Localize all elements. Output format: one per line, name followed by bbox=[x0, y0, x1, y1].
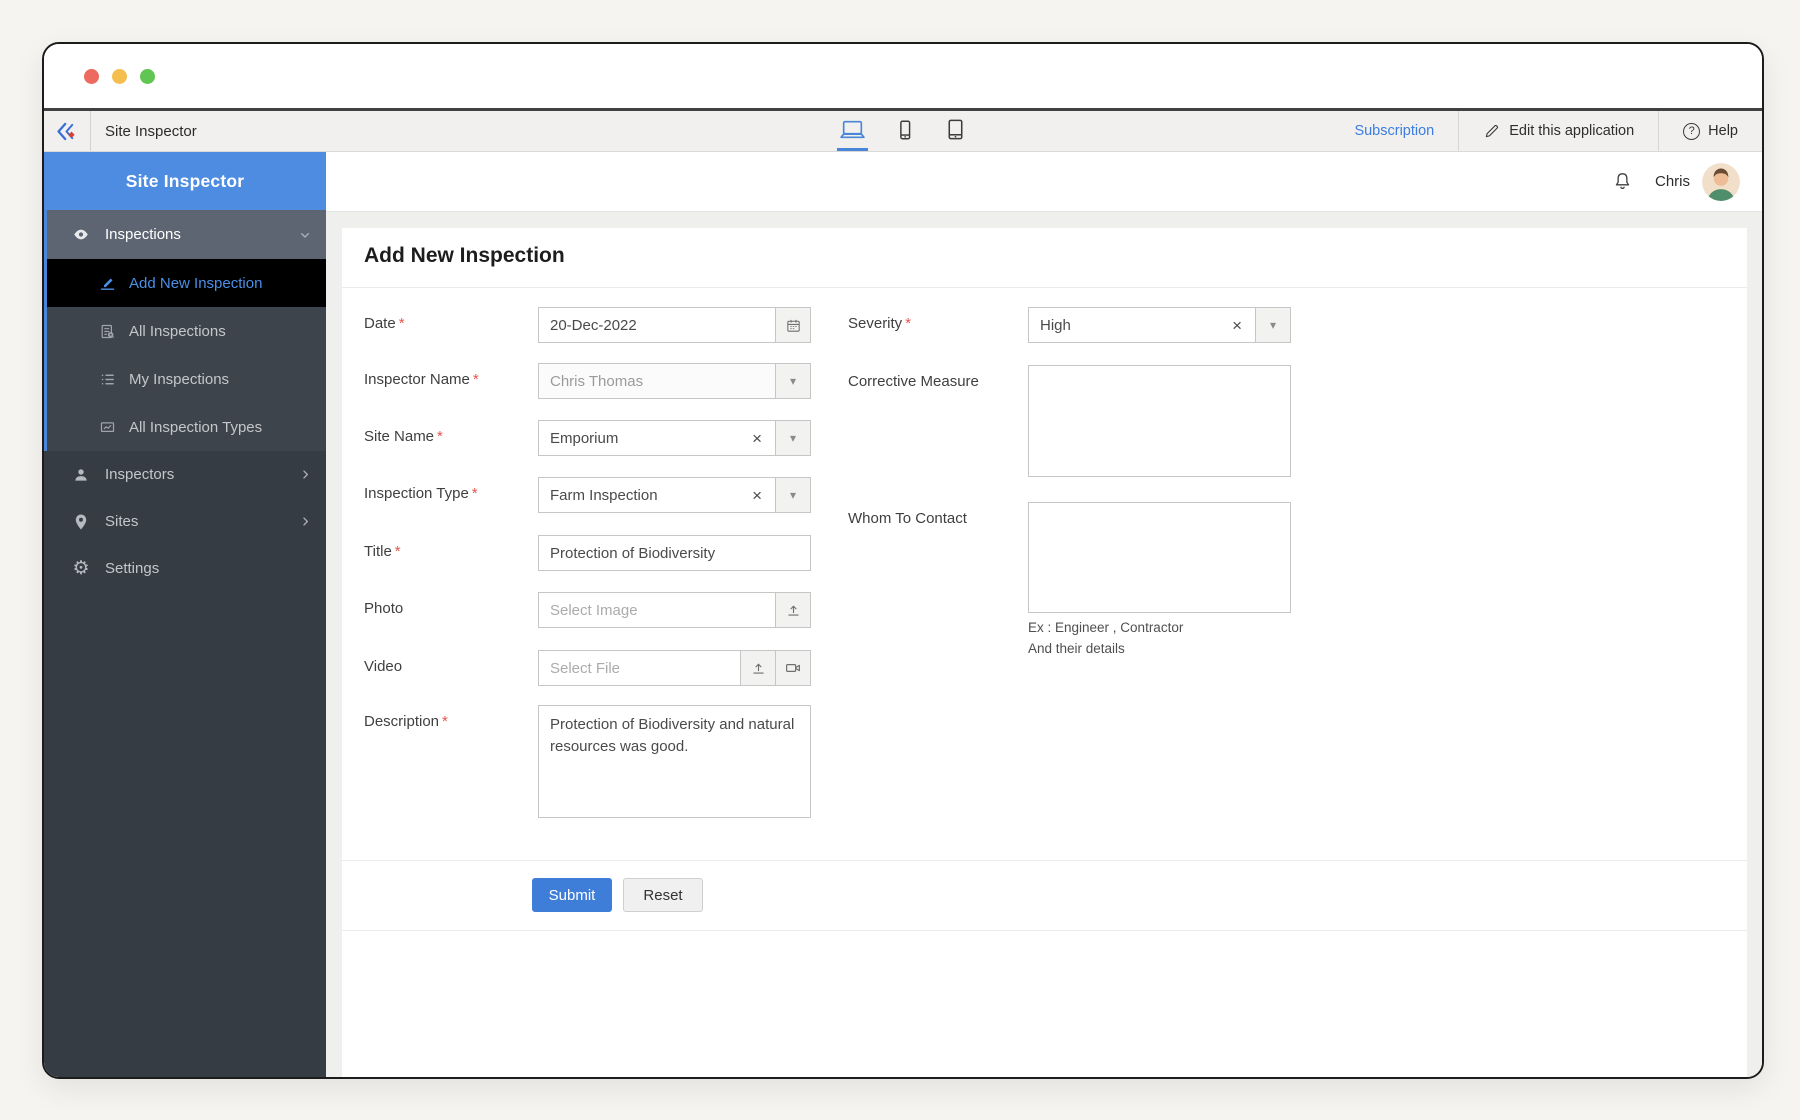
photo-field bbox=[538, 592, 811, 628]
date-field bbox=[538, 307, 811, 343]
severity-input[interactable] bbox=[1040, 316, 1223, 334]
chevron-right-icon bbox=[298, 467, 313, 482]
gear-icon: ⚙ bbox=[72, 558, 90, 579]
site-name-input[interactable] bbox=[550, 429, 743, 447]
title-label: Title * bbox=[364, 543, 401, 560]
clear-icon[interactable]: × bbox=[750, 430, 764, 447]
chevron-right-icon bbox=[298, 514, 313, 529]
video-label: Video bbox=[364, 658, 403, 675]
clear-icon[interactable]: × bbox=[750, 487, 764, 504]
user-profile[interactable]: Chris bbox=[1654, 162, 1740, 201]
dropdown-caret-icon[interactable]: ▾ bbox=[776, 363, 811, 399]
form-card: Add New Inspection Date * 20-Dec-2022 In… bbox=[342, 228, 1747, 1077]
zoom-window-icon[interactable] bbox=[140, 68, 155, 84]
dropdown-caret-icon[interactable]: ▾ bbox=[776, 477, 811, 513]
window-titlebar bbox=[44, 44, 1762, 108]
whom-to-contact-label: Whom To Contact bbox=[848, 510, 967, 527]
sidebar-item-add-new-inspection[interactable]: Add New Inspection bbox=[47, 259, 326, 307]
divider bbox=[342, 860, 1747, 861]
chevron-down-icon bbox=[297, 227, 313, 243]
severity-field: × ▾ bbox=[1028, 307, 1291, 343]
clear-icon[interactable]: × bbox=[1230, 317, 1244, 334]
site-name-label: Site Name * bbox=[364, 428, 443, 445]
date-input[interactable] bbox=[550, 316, 764, 334]
description-label: Description * bbox=[364, 713, 448, 730]
corrective-measure-label: Corrective Measure bbox=[848, 373, 979, 390]
date-label: Date * bbox=[364, 315, 405, 332]
whom-helper-line1: Ex : Engineer , Contractor bbox=[1028, 620, 1184, 635]
toolbar: Site Inspector Subscription Edit this ap… bbox=[44, 108, 1762, 152]
sidebar-submenu-inspections: Add New Inspection All Inspections My In… bbox=[47, 259, 326, 451]
desktop-preview-button[interactable] bbox=[837, 111, 868, 151]
chart-icon bbox=[99, 419, 116, 436]
form-edit-icon bbox=[99, 275, 116, 292]
eye-icon bbox=[72, 225, 90, 244]
toolbar-app-name: Site Inspector bbox=[105, 122, 197, 140]
minimize-window-icon[interactable] bbox=[112, 68, 127, 84]
sidebar-filler bbox=[44, 592, 326, 1077]
help-button[interactable]: ? Help bbox=[1659, 111, 1762, 151]
title-field bbox=[538, 535, 811, 571]
user-name: Chris bbox=[1654, 173, 1690, 190]
help-icon: ? bbox=[1683, 122, 1701, 140]
sidebar-item-inspectors[interactable]: Inspectors bbox=[44, 451, 326, 498]
sidebar-item-sites[interactable]: Sites bbox=[44, 498, 326, 545]
creator-logo-icon[interactable] bbox=[55, 120, 78, 143]
sidebar-item-inspections[interactable]: Inspections bbox=[47, 210, 326, 259]
tablet-preview-button[interactable] bbox=[942, 111, 969, 151]
sidebar: Site Inspector Inspections Add New Inspe… bbox=[44, 152, 326, 1077]
photo-label: Photo bbox=[364, 600, 404, 617]
mobile-preview-button[interactable] bbox=[892, 111, 918, 151]
device-preview-switcher bbox=[837, 111, 969, 151]
inspection-type-label: Inspection Type * bbox=[364, 485, 478, 502]
sidebar-app-title: Site Inspector bbox=[44, 152, 326, 210]
submit-button[interactable]: Submit bbox=[532, 878, 612, 912]
whom-helper-line2: And their details bbox=[1028, 641, 1125, 656]
pencil-icon bbox=[1483, 122, 1501, 140]
calendar-icon[interactable] bbox=[776, 307, 811, 343]
video-input[interactable] bbox=[550, 659, 729, 677]
page-title: Add New Inspection bbox=[364, 244, 565, 267]
divider bbox=[342, 287, 1747, 288]
photo-input[interactable] bbox=[550, 601, 764, 619]
sidebar-group-inspections: Inspections Add New Inspection All Inspe… bbox=[44, 210, 326, 451]
avatar bbox=[1702, 162, 1740, 201]
divider bbox=[342, 930, 1747, 931]
toolbar-divider bbox=[90, 111, 91, 151]
sidebar-item-all-inspection-types[interactable]: All Inspection Types bbox=[47, 403, 326, 451]
video-field bbox=[538, 650, 811, 686]
app-window: Site Inspector Subscription Edit this ap… bbox=[42, 42, 1764, 1079]
severity-label: Severity * bbox=[848, 315, 912, 332]
close-window-icon[interactable] bbox=[84, 68, 99, 84]
notifications-bell-icon[interactable] bbox=[1612, 171, 1633, 192]
reset-button[interactable]: Reset bbox=[623, 878, 703, 912]
dropdown-caret-icon[interactable]: ▾ bbox=[776, 420, 811, 456]
subscription-link[interactable]: Subscription bbox=[1330, 111, 1458, 151]
video-camera-icon[interactable] bbox=[776, 650, 811, 686]
corrective-measure-textarea[interactable] bbox=[1028, 365, 1291, 477]
description-textarea[interactable]: Protection of Biodiversity and natural r… bbox=[538, 705, 811, 818]
sidebar-item-my-inspections[interactable]: My Inspections bbox=[47, 355, 326, 403]
sidebar-item-all-inspections[interactable]: All Inspections bbox=[47, 307, 326, 355]
document-icon bbox=[99, 323, 116, 340]
upload-icon[interactable] bbox=[776, 592, 811, 628]
inspection-type-field: × ▾ bbox=[538, 477, 811, 513]
site-name-field: × ▾ bbox=[538, 420, 811, 456]
app-header: Chris bbox=[326, 152, 1762, 212]
whom-to-contact-textarea[interactable] bbox=[1028, 502, 1291, 613]
inspector-name-input[interactable] bbox=[550, 372, 764, 390]
person-icon bbox=[72, 466, 90, 484]
inspector-name-field: ▾ bbox=[538, 363, 811, 399]
inspection-type-input[interactable] bbox=[550, 486, 743, 504]
edit-application-button[interactable]: Edit this application bbox=[1459, 111, 1658, 151]
upload-icon[interactable] bbox=[741, 650, 776, 686]
title-input[interactable] bbox=[550, 544, 799, 562]
list-icon bbox=[99, 371, 116, 388]
sidebar-item-settings[interactable]: ⚙ Settings bbox=[44, 545, 326, 592]
dropdown-caret-icon[interactable]: ▾ bbox=[1256, 307, 1291, 343]
pin-icon bbox=[72, 513, 90, 531]
inspector-name-label: Inspector Name * bbox=[364, 371, 479, 388]
